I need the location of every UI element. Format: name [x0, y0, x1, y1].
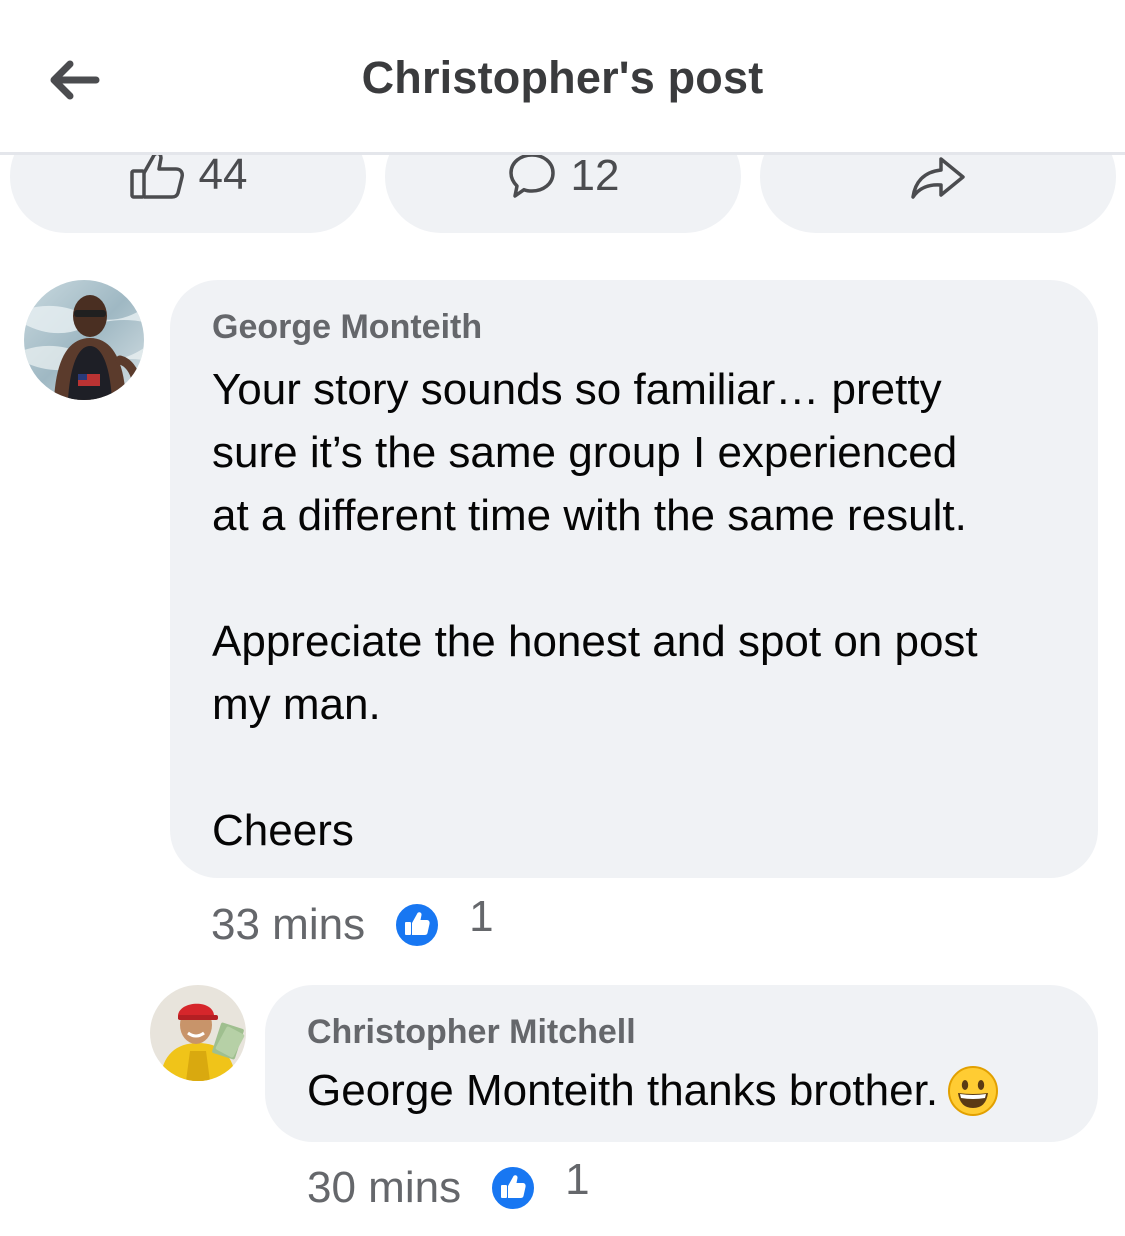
comment-count: 12: [570, 151, 620, 200]
avatar[interactable]: [150, 985, 246, 1081]
comment-timestamp: 30 mins: [307, 1163, 462, 1212]
comment-text-body: George Monteith thanks brother.: [307, 1066, 939, 1115]
top-bar: Christopher's post: [0, 0, 1125, 155]
reaction-count: 1: [565, 1155, 590, 1204]
post-comments-screen: Christopher's post 44 12 George Monteith…: [0, 0, 1125, 1236]
reaction-summary[interactable]: 1: [393, 895, 494, 949]
comment-text: Your story sounds so familiar… pretty su…: [212, 365, 978, 855]
page-title: Christopher's post: [361, 52, 764, 103]
grinning-face-emoji: [948, 1066, 999, 1116]
comment-meta: 30 mins 1: [307, 1158, 590, 1218]
avatar[interactable]: [24, 280, 144, 400]
speech-bubble-icon: [508, 153, 555, 198]
comment-meta: 33 mins 1: [211, 895, 494, 955]
reaction-count: 1: [469, 892, 494, 941]
comment-author[interactable]: Christopher Mitchell: [307, 1013, 1056, 1051]
thumbs-up-outline-icon: [129, 151, 184, 199]
like-reaction-icon: [394, 902, 441, 948]
comment-text: George Monteith thanks brother.: [307, 1063, 1056, 1119]
profile-photo: [24, 280, 144, 400]
comment-timestamp: 33 mins: [211, 900, 366, 949]
like-count: 44: [198, 150, 248, 199]
reply-bubble[interactable]: Christopher Mitchell George Monteith tha…: [265, 985, 1098, 1142]
share-arrow-icon: [911, 157, 965, 199]
like-reaction-icon: [490, 1165, 537, 1211]
reaction-summary[interactable]: 1: [489, 1158, 590, 1212]
comment-bubble[interactable]: George Monteith Your story sounds so fam…: [170, 280, 1098, 878]
comment-author[interactable]: George Monteith: [212, 308, 1056, 346]
profile-photo: [150, 985, 246, 1081]
